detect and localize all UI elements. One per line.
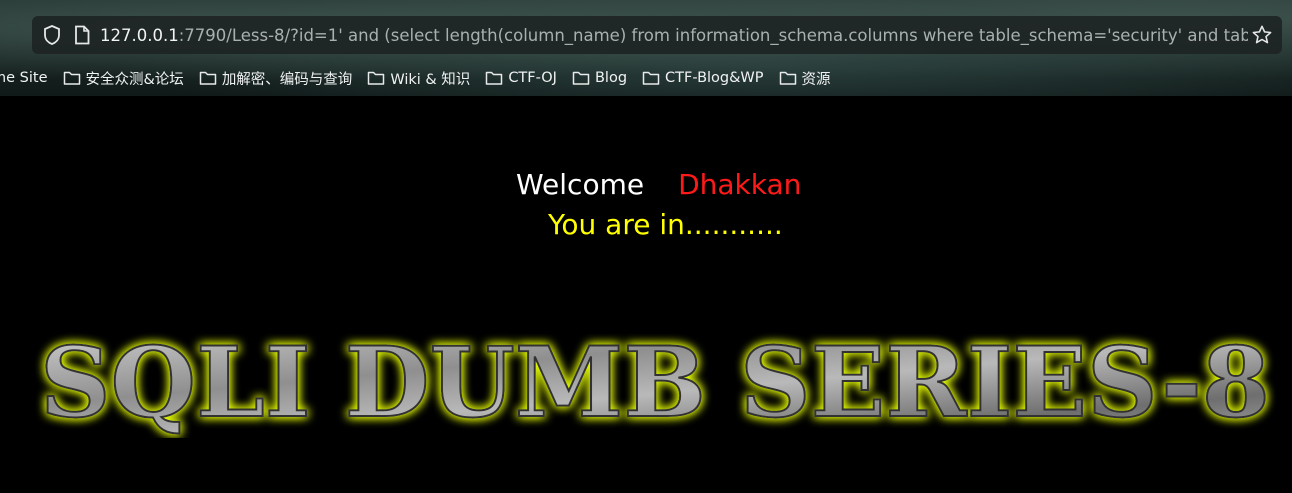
login-status: You are in........... bbox=[548, 208, 783, 241]
banner-text: SQLI DUMB SERIES-8 bbox=[40, 328, 1270, 438]
bookmark-folder[interactable]: 加解密、编码与查询 bbox=[199, 68, 353, 89]
folder-icon bbox=[642, 71, 660, 85]
bookmark-home-site[interactable]: me Site bbox=[0, 70, 48, 86]
welcome-text: Welcome bbox=[516, 168, 645, 201]
welcome-line: Welcome Dhakkan bbox=[516, 168, 801, 201]
bookmark-label: 安全众测&论坛 bbox=[85, 71, 184, 88]
bookmark-label: CTF-Blog&WP bbox=[665, 70, 764, 86]
bookmark-label: 资源 bbox=[801, 71, 831, 88]
folder-icon bbox=[63, 71, 80, 85]
bookmark-label: Blog bbox=[594, 70, 628, 86]
bookmark-folder[interactable]: Wiki & 知识 bbox=[367, 68, 470, 89]
username: Dhakkan bbox=[678, 168, 802, 201]
bookmark-folder[interactable]: Blog bbox=[572, 70, 627, 86]
bookmark-label: me Site bbox=[0, 70, 48, 86]
folder-icon bbox=[779, 71, 796, 85]
folder-icon bbox=[368, 71, 385, 85]
folder-icon bbox=[572, 71, 590, 85]
folder-icon bbox=[486, 71, 503, 85]
bookmark-label: 加解密、编码与查询 bbox=[221, 71, 353, 88]
shield-icon[interactable] bbox=[40, 23, 64, 47]
folder-icon bbox=[199, 71, 217, 85]
bookmarks-bar: me Site 安全众测&论坛 加解密、编码与查询 Wiki & 知识 CTF-… bbox=[0, 64, 1292, 92]
bookmark-label: Wiki & 知识 bbox=[390, 71, 471, 88]
bookmark-folder[interactable]: CTF-Blog&WP bbox=[642, 70, 764, 86]
bookmark-label: CTF-OJ bbox=[508, 70, 557, 86]
bookmark-folder[interactable]: 资源 bbox=[779, 68, 831, 89]
series-banner: SQLI DUMB SERIES-8 bbox=[39, 328, 1271, 438]
browser-chrome: 127.0.0.1:7790/Less-8/?id=1' and (select… bbox=[0, 0, 1292, 96]
address-bar[interactable]: 127.0.0.1:7790/Less-8/?id=1' and (select… bbox=[32, 16, 1282, 54]
url-path: :7790/Less-8/?id=1' and (select length(c… bbox=[178, 25, 1248, 45]
url-text[interactable]: 127.0.0.1:7790/Less-8/?id=1' and (select… bbox=[100, 26, 1248, 45]
url-host: 127.0.0.1 bbox=[100, 25, 179, 45]
bookmark-folder[interactable]: CTF-OJ bbox=[485, 70, 557, 86]
bookmark-star-icon[interactable] bbox=[1248, 21, 1276, 49]
bookmark-folder[interactable]: 安全众测&论坛 bbox=[63, 68, 184, 89]
page-content: Welcome Dhakkan You are in........... SQ… bbox=[0, 96, 1292, 493]
page-icon bbox=[70, 23, 94, 47]
